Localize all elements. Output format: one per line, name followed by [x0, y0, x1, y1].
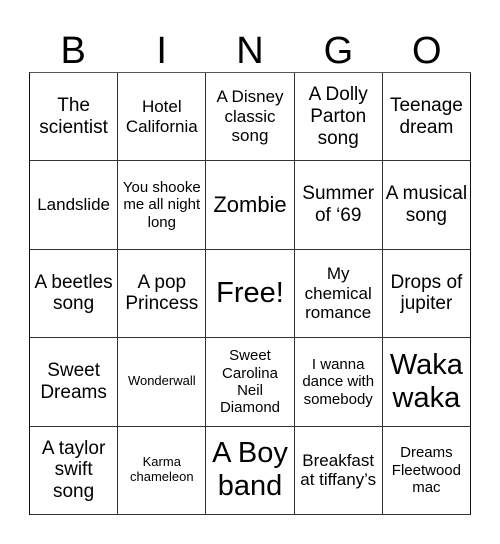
bingo-cell-label: Teenage dream	[389, 94, 463, 138]
bingo-cell-label: Landslide	[37, 195, 110, 215]
bingo-cell-label: You shooke me all night long	[122, 179, 201, 231]
bingo-cell-label: Zombie	[213, 192, 287, 218]
bingo-cell-label: The scientist	[39, 94, 108, 138]
header-letter-b: B	[60, 30, 86, 72]
bingo-cell-r5c1[interactable]: A taylor swift song	[30, 426, 119, 515]
bingo-cell-label: Sweet Dreams	[40, 360, 107, 403]
bingo-cell-label: A Boy band	[212, 436, 288, 503]
bingo-cell-r5c2[interactable]: Karma chameleon	[118, 426, 207, 515]
bingo-cell-label: A pop Princess	[125, 271, 199, 315]
bingo-cell-r5c3[interactable]: A Boy band	[206, 426, 295, 515]
bingo-cell-r4c2[interactable]: Wonderwall	[118, 338, 207, 427]
bingo-cell-label: A Disney classic song	[216, 87, 284, 146]
bingo-cell-r4c3[interactable]: Sweet Carolina Neil Diamond	[206, 338, 295, 427]
bingo-cell-label: A Dolly Parton song	[308, 83, 368, 149]
bingo-cell-r4c5[interactable]: Waka waka	[382, 338, 471, 427]
bingo-cell-r4c1[interactable]: Sweet Dreams	[30, 338, 119, 427]
bingo-cell-r3c2[interactable]: A pop Princess	[118, 249, 207, 339]
bingo-cell-r1c4[interactable]: A Dolly Parton song	[294, 73, 383, 162]
bingo-cell-r2c3[interactable]: Zombie	[206, 161, 295, 250]
bingo-cell-r1c2[interactable]: Hotel California	[118, 73, 207, 162]
bingo-cell-label: Free!	[216, 276, 284, 309]
header-letter-g: G	[323, 30, 354, 72]
bingo-cell-r1c3[interactable]: A Disney classic song	[206, 73, 295, 162]
bingo-cell-label: A taylor swift song	[41, 437, 106, 503]
bingo-cell-r3c1[interactable]: A beetles song	[30, 249, 119, 339]
bingo-cell-label: A musical song	[385, 183, 468, 227]
bingo-cell-label: A beetles song	[34, 271, 113, 315]
bingo-cell-r5c5[interactable]: Dreams Fleetwood mac	[382, 426, 471, 515]
bingo-grid: The scientist Hotel California A Disney cl…	[29, 72, 471, 515]
header-letter-o: O	[412, 30, 442, 72]
bingo-cell-r4c4[interactable]: I wanna dance with somebody	[294, 338, 383, 427]
bingo-cell-r1c1[interactable]: The scientist	[30, 73, 119, 162]
bingo-cell-label: Summer of ‘69	[302, 183, 375, 227]
bingo-cell-label: Dreams Fleetwood mac	[391, 444, 461, 496]
bingo-cell-r5c4[interactable]: Breakfast at tiffany’s	[294, 426, 383, 515]
bingo-cell-r2c5[interactable]: A musical song	[382, 161, 471, 250]
bingo-cell-r3c5[interactable]: Drops of jupiter	[382, 249, 471, 339]
header-letter-i: I	[156, 30, 167, 72]
header-letter-n: N	[236, 30, 264, 72]
bingo-cell-r3c4[interactable]: My chemical romance	[294, 249, 383, 339]
bingo-cell-label: Waka waka	[389, 348, 463, 414]
bingo-cell-label: Sweet Carolina Neil Diamond	[219, 347, 280, 417]
bingo-cell-label: Hotel California	[125, 97, 198, 136]
bingo-cell-label: My chemical romance	[304, 264, 372, 323]
bingo-cell-label: Karma chameleon	[129, 454, 194, 485]
bingo-cell-r2c1[interactable]: Landslide	[30, 161, 119, 250]
bingo-cell-label: I wanna dance with somebody	[302, 356, 375, 408]
bingo-cell-r1c5[interactable]: Teenage dream	[382, 73, 471, 162]
free-space-cell-r3c3[interactable]: Free!	[206, 249, 295, 339]
bingo-cell-label: Breakfast at tiffany’s	[300, 450, 377, 490]
bingo-header: B I N G O	[29, 30, 471, 72]
bingo-cell-label: Wonderwall	[127, 373, 196, 389]
bingo-cell-r2c4[interactable]: Summer of ‘69	[294, 161, 383, 250]
bingo-cell-label: Drops of jupiter	[390, 271, 463, 315]
bingo-cell-r2c2[interactable]: You shooke me all night long	[118, 161, 207, 250]
